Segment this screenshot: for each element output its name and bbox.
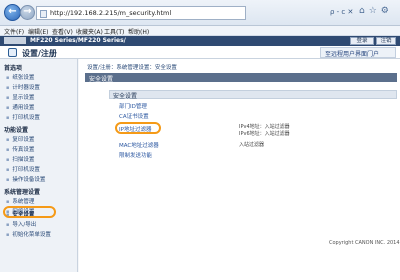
menu-view[interactable]: 查看(V)	[52, 27, 73, 36]
gear-icon[interactable]: ⚙	[381, 6, 389, 16]
address-bar-area: ← → http://192.168.2.215/m_security.html…	[0, 0, 400, 26]
link-restrict-send[interactable]: 限制发送功能	[119, 151, 152, 159]
back-button[interactable]: ←	[4, 4, 21, 21]
browser-window: ← → http://192.168.2.215/m_security.html…	[0, 0, 400, 280]
window-bottom-edge	[0, 272, 400, 280]
forward-button[interactable]: →	[20, 5, 35, 20]
star-icon[interactable]: ☆	[369, 6, 377, 16]
breadcrumb: 设置/注册：系统管理设置：安全设置	[87, 65, 177, 71]
sidebar-item-printer-func[interactable]: 打印机设置	[6, 165, 40, 173]
sidebar-item-printer[interactable]: 打印机设置	[6, 113, 40, 121]
sidebar-item-fax[interactable]: 传真设置	[6, 145, 34, 153]
sidebar-item-init-menu[interactable]: 初始化菜单设置	[6, 230, 51, 238]
portal-link[interactable]: 至远程用户界面门户	[325, 49, 379, 58]
settings-icon	[8, 48, 17, 57]
sidebar-item-device[interactable]: 操作设备设置	[6, 175, 45, 183]
sidebar-item-import-export[interactable]: 导入/导出	[6, 220, 36, 228]
link-department-id[interactable]: 部门ID管理	[119, 102, 147, 110]
subsection-header: 安全设置	[109, 90, 397, 100]
mac-filter-note: 入站过滤器	[239, 142, 265, 148]
forward-arrow-icon: →	[23, 6, 32, 17]
sidebar: 首选项 纸张设置 计时器设置 显示设置 通用设置 打印机设置 功能设置 复印设置…	[0, 59, 78, 272]
sidebar-item-timer[interactable]: 计时器设置	[6, 83, 40, 91]
sidebar-item-display[interactable]: 显示设置	[6, 93, 34, 101]
sidebar-item-system[interactable]: 系统管理	[6, 197, 34, 205]
app-top-strip: MF220 Series/MF220 Series/	[0, 36, 400, 46]
back-arrow-icon: ←	[8, 6, 17, 17]
sidebar-item-paper[interactable]: 纸张设置	[6, 73, 34, 81]
section-title: 安全设置	[89, 76, 114, 83]
url-text: http://192.168.2.215/m_security.html	[50, 9, 172, 17]
page-icon	[40, 10, 47, 18]
menu-help[interactable]: 帮助(H)	[128, 27, 149, 36]
copyright-text: Copyright CANON INC. 2014	[329, 240, 400, 246]
page-title: 设置/注册	[22, 49, 57, 58]
logout-button[interactable]: 注销	[376, 37, 396, 45]
brand-logo	[4, 37, 26, 44]
link-mac-filter[interactable]: MAC地址过滤器	[119, 141, 159, 149]
link-ca-certificate[interactable]: CA证书设置	[119, 112, 149, 120]
subsection-title: 安全设置	[113, 93, 138, 100]
portal-button[interactable]: 至远程用户界面门户	[320, 47, 396, 58]
sidebar-item-scan[interactable]: 扫描设置	[6, 155, 34, 163]
login-button[interactable]: 登录	[350, 37, 374, 45]
menu-file[interactable]: 文件(F)	[4, 27, 24, 36]
sidebar-group-title: 功能设置	[4, 127, 29, 134]
menu-tools[interactable]: 工具(T)	[104, 27, 124, 36]
home-icon[interactable]: ⌂	[359, 6, 365, 16]
section-header: 安全设置	[85, 73, 397, 83]
menu-favorites[interactable]: 收藏夹(A)	[76, 27, 103, 36]
sidebar-group-title: 系统管理设置	[4, 189, 41, 196]
main-content: 设置/注册：系统管理设置：安全设置 安全设置 安全设置 部门ID管理 CA证书设…	[79, 59, 400, 272]
ip-filter-highlight	[115, 122, 161, 134]
browser-menu-bar: 文件(F) 编辑(E) 查看(V) 收藏夹(A) 工具(T) 帮助(H)	[0, 26, 400, 36]
page-title-bar: 设置/注册 至远程用户界面门户	[0, 46, 400, 59]
selected-item-highlight	[3, 206, 56, 218]
ip-filter-note-ipv4: IPv4地址：入站过滤器	[239, 124, 290, 130]
browser-toolbar-right: ⌂ ☆ ⚙	[355, 6, 389, 16]
url-tools[interactable]: ρ - c ✕	[330, 8, 353, 16]
sidebar-item-copy[interactable]: 复印设置	[6, 135, 34, 143]
model-name: MF220 Series/MF220 Series/	[30, 37, 126, 44]
menu-edit[interactable]: 编辑(E)	[28, 27, 48, 36]
ip-filter-note-ipv6: IPv6地址：入站过滤器	[239, 131, 290, 137]
address-input[interactable]: http://192.168.2.215/m_security.html	[36, 6, 246, 20]
sidebar-group-title: 首选项	[4, 65, 23, 72]
sidebar-item-common[interactable]: 通用设置	[6, 103, 34, 111]
